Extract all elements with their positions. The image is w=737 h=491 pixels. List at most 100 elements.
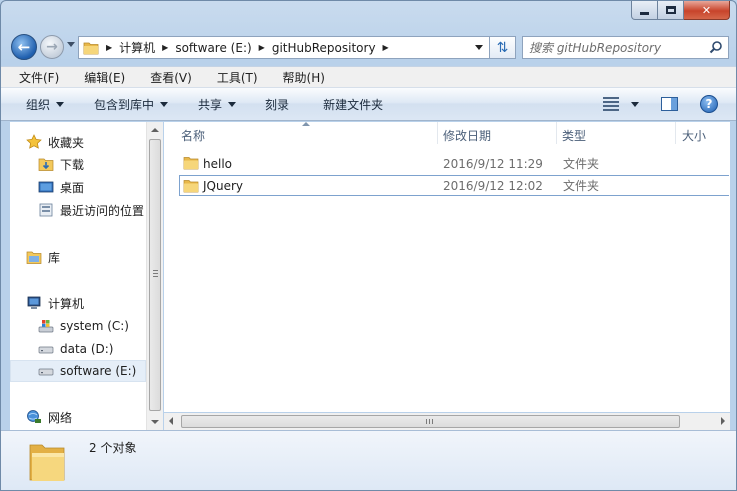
- details-pane: 2 个对象: [1, 430, 736, 490]
- recent-places-icon: [38, 202, 54, 218]
- nav-computer-label: 计算机: [48, 296, 85, 311]
- scroll-thumb[interactable]: [181, 415, 680, 428]
- minimize-button[interactable]: [631, 1, 658, 20]
- scroll-thumb[interactable]: [149, 139, 161, 411]
- nav-drive-c[interactable]: system (C:): [38, 315, 162, 337]
- folder-icon: [183, 157, 199, 170]
- explorer-window: ✕ ← → ▶ 计算机 ▶ software (E:) ▶ gitHubRepo…: [0, 0, 737, 491]
- help-icon[interactable]: ?: [700, 95, 718, 113]
- search-icon[interactable]: [709, 40, 723, 54]
- burn-label: 刻录: [265, 97, 290, 112]
- menu-help[interactable]: 帮助(H): [277, 67, 331, 88]
- breadcrumb-drive[interactable]: software (E:): [175, 41, 251, 55]
- navigation-bar: ← → ▶ 计算机 ▶ software (E:) ▶ gitHubReposi…: [1, 32, 736, 62]
- nav-libraries[interactable]: 库: [26, 246, 162, 268]
- share-label: 共享: [198, 97, 223, 112]
- sort-ascending-icon: [302, 122, 310, 126]
- scroll-right-icon[interactable]: [721, 417, 725, 425]
- menu-edit[interactable]: 编辑(E): [78, 67, 131, 88]
- table-row[interactable]: JQuery 2016/9/12 12:02 文件夹: [179, 175, 729, 196]
- file-type: 文件夹: [563, 157, 600, 171]
- organize-label: 组织: [26, 97, 51, 112]
- column-name[interactable]: 名称: [181, 127, 205, 144]
- navigation-pane-scrollbar[interactable]: [146, 122, 163, 430]
- star-icon: [26, 134, 42, 150]
- nav-drive-e[interactable]: software (E:): [10, 360, 146, 382]
- new-folder-label: 新建文件夹: [323, 97, 384, 112]
- nav-network[interactable]: 网络: [26, 406, 162, 428]
- nav-desktop[interactable]: 桌面: [38, 176, 162, 198]
- nav-libraries-label: 库: [48, 250, 61, 265]
- breadcrumb-folder[interactable]: gitHubRepository: [272, 41, 376, 55]
- scroll-down-icon[interactable]: [151, 420, 159, 424]
- burn-button[interactable]: 刻录: [257, 92, 297, 117]
- scroll-up-icon[interactable]: [151, 128, 159, 132]
- breadcrumb-separator-icon[interactable]: ▶: [106, 43, 112, 52]
- new-folder-button[interactable]: 新建文件夹: [315, 92, 391, 117]
- file-name: JQuery: [203, 178, 244, 193]
- view-dropdown-icon[interactable]: [631, 101, 639, 107]
- breadcrumb-separator-icon[interactable]: ▶: [383, 43, 389, 52]
- view-details-icon[interactable]: [603, 97, 619, 111]
- libraries-icon: [26, 249, 42, 265]
- include-in-library-button[interactable]: 包含到库中: [86, 92, 176, 117]
- menu-view[interactable]: 查看(V): [144, 67, 198, 88]
- menu-file[interactable]: 文件(F): [13, 67, 65, 88]
- preview-pane-icon[interactable]: [661, 97, 678, 111]
- share-button[interactable]: 共享: [190, 92, 244, 117]
- forward-button[interactable]: →: [40, 35, 64, 59]
- organize-button[interactable]: 组织: [18, 92, 72, 117]
- column-size[interactable]: 大小: [682, 127, 706, 144]
- include-in-library-label: 包含到库中: [94, 97, 155, 112]
- refresh-button[interactable]: ⇅: [490, 36, 516, 59]
- file-date: 2016/9/12 11:29: [443, 156, 543, 171]
- nav-network-label: 网络: [48, 410, 73, 425]
- nav-recent-places-label: 最近访问的位置: [60, 203, 145, 218]
- nav-computer[interactable]: 计算机: [26, 292, 162, 314]
- address-bar[interactable]: ▶ 计算机 ▶ software (E:) ▶ gitHubRepository…: [78, 36, 490, 59]
- minimize-icon: [640, 11, 649, 15]
- chevron-down-icon: [228, 101, 237, 107]
- column-date-modified[interactable]: 修改日期: [443, 127, 491, 144]
- nav-drive-e-label: software (E:): [60, 364, 137, 378]
- hard-drive-icon: [38, 363, 54, 379]
- menu-tools[interactable]: 工具(T): [211, 67, 264, 88]
- breadcrumb-separator-icon[interactable]: ▶: [259, 43, 265, 52]
- file-type: 文件夹: [563, 179, 600, 193]
- desktop-icon: [38, 179, 54, 195]
- back-arrow-icon: ←: [17, 38, 31, 56]
- nav-favorites[interactable]: 收藏夹: [26, 131, 162, 153]
- file-list: 名称 修改日期 类型 大小 hello 2016/9/12 11:29 文件夹 …: [164, 122, 730, 412]
- folder-icon: [83, 42, 99, 54]
- nav-drive-d[interactable]: data (D:): [38, 338, 162, 360]
- search-input[interactable]: [529, 40, 709, 55]
- maximize-button[interactable]: [658, 1, 684, 20]
- close-button[interactable]: ✕: [684, 1, 730, 20]
- computer-icon: [26, 295, 42, 311]
- table-row[interactable]: hello 2016/9/12 11:29 文件夹: [180, 153, 730, 174]
- nav-downloads[interactable]: 下载: [38, 153, 162, 175]
- file-name: hello: [203, 156, 232, 171]
- network-icon: [26, 409, 42, 425]
- breadcrumb-separator-icon[interactable]: ▶: [162, 43, 168, 52]
- windows-drive-icon: [38, 318, 54, 334]
- file-list-horizontal-scrollbar[interactable]: [164, 413, 730, 430]
- maximize-icon: [665, 6, 676, 14]
- item-count: 2 个对象: [89, 441, 137, 455]
- scroll-left-icon[interactable]: [169, 417, 173, 425]
- hard-drive-icon: [38, 341, 54, 357]
- column-type[interactable]: 类型: [562, 127, 586, 144]
- nav-recent-places[interactable]: 最近访问的位置: [38, 199, 158, 221]
- forward-arrow-icon: →: [46, 39, 58, 55]
- column-header: 名称 修改日期 类型 大小: [164, 122, 730, 146]
- recent-pages-dropdown-icon[interactable]: [67, 42, 75, 47]
- nav-desktop-label: 桌面: [60, 180, 85, 195]
- back-button[interactable]: ←: [11, 34, 37, 60]
- nav-drive-c-label: system (C:): [60, 319, 129, 333]
- folder-icon: [183, 180, 199, 193]
- breadcrumb-computer[interactable]: 计算机: [119, 39, 155, 56]
- nav-favorites-label: 收藏夹: [48, 135, 85, 150]
- nav-drive-d-label: data (D:): [60, 342, 114, 356]
- address-dropdown-icon[interactable]: [475, 45, 483, 50]
- chevron-down-icon: [56, 101, 65, 107]
